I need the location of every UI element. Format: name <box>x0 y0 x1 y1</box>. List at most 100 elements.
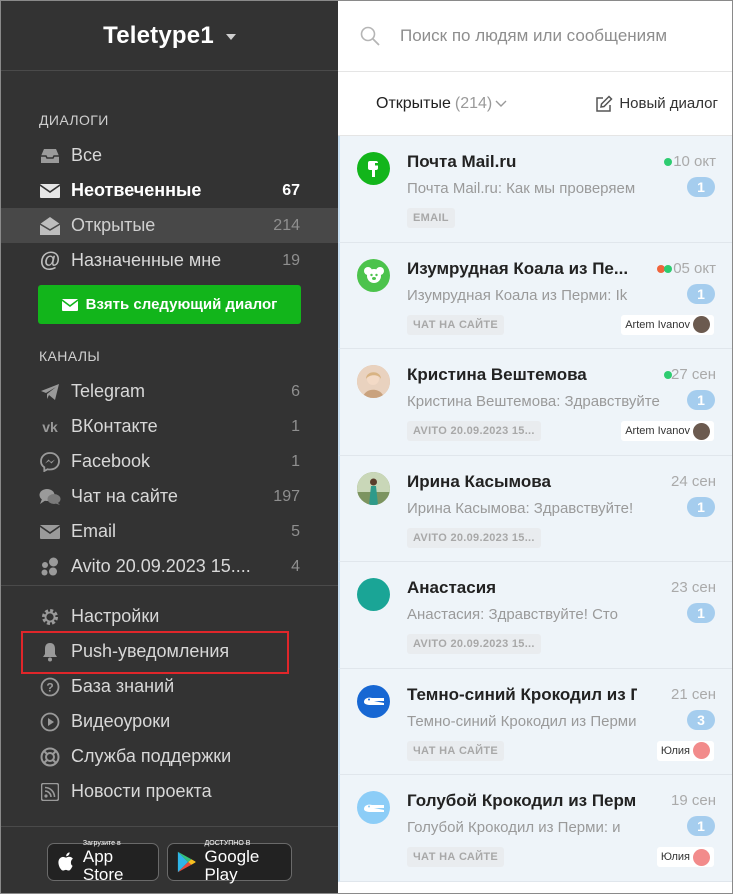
question-icon: ? <box>39 676 61 698</box>
open-envelope-icon <box>39 215 61 237</box>
lifebuoy-icon <box>39 746 61 768</box>
status-filter-dropdown[interactable]: Открытые (214) <box>376 95 507 113</box>
conversations-panel: Открытые (214) Новый диалог Почта Mail.r… <box>338 1 732 893</box>
status-filter-count: (214) <box>454 94 493 112</box>
sidebar-item-facebook[interactable]: Facebook 1 <box>1 444 338 479</box>
conversation-date: 21 сен <box>671 685 716 703</box>
sidebar-item-knowledge-base[interactable]: ? База знаний <box>1 669 338 704</box>
unread-badge: 1 <box>687 816 715 836</box>
conversation-date: 27 сен <box>671 366 716 383</box>
sidebar-item-label: Открытые <box>71 215 156 235</box>
sidebar-item-count: 19 <box>282 251 300 269</box>
chevron-down-icon <box>225 33 236 40</box>
avatar <box>357 684 390 718</box>
conversation-item[interactable]: Ирина Касымова 24 сен Ирина Касымова: Зд… <box>338 455 732 562</box>
conversation-item[interactable]: Изумрудная Коала из Пе... 05 окт Изумруд… <box>338 242 732 349</box>
unread-badge: 1 <box>687 177 715 197</box>
sidebar-item-unanswered[interactable]: Неотвеченные 67 <box>1 173 338 208</box>
search-input[interactable] <box>400 26 710 46</box>
sidebar-item-count: 5 <box>291 522 300 540</box>
conversation-preview: Кристина Вештемова: Здравствуйте <box>407 393 660 410</box>
unread-badge: 1 <box>687 283 715 304</box>
sidebar: Teletype1 ДИАЛОГИ Все Неотвеченные 67 От… <box>1 1 338 893</box>
sidebar-item-news[interactable]: Новости проекта <box>1 774 338 809</box>
chat-icon <box>39 486 61 508</box>
envelope-icon <box>39 180 61 202</box>
sidebar-item-label: Avito 20.09.2023 15.... <box>71 556 251 576</box>
sidebar-item-vk[interactable]: vk ВКонтакте 1 <box>1 409 338 444</box>
conversation-item[interactable]: Кристина Вештемова 27 сен Кристина Веште… <box>338 349 732 456</box>
mailbox-icon <box>367 160 380 177</box>
avatar <box>357 471 390 505</box>
sidebar-item-label: Чат на сайте <box>71 486 178 506</box>
channel-tag: AVITO 20.09.2023 15... <box>407 421 541 441</box>
channel-tag: ЧАТ НА САЙТЕ <box>407 847 505 867</box>
conversation-preview: Ирина Касымова: Здравствуйте! <box>407 499 634 517</box>
avatar <box>357 258 390 292</box>
crocodile-icon <box>363 697 384 705</box>
telegram-icon <box>39 381 61 403</box>
status-dots <box>664 158 672 166</box>
highlight-annotation <box>21 631 289 674</box>
conversation-preview: Почта Mail.ru: Как мы проверяем <box>407 180 636 197</box>
take-next-dialog-button[interactable]: Взять следующий диалог <box>38 285 301 324</box>
google-play-big: Google Play <box>204 847 260 884</box>
workspace-switcher[interactable]: Teletype1 <box>1 1 338 71</box>
new-dialog-button[interactable]: Новый диалог <box>595 94 718 113</box>
app-window: Teletype1 ДИАЛОГИ Все Неотвеченные 67 От… <box>0 0 733 894</box>
assignee-avatar <box>693 316 710 333</box>
user-photo <box>357 365 390 398</box>
conversation-preview: Темно-синий Крокодил из Перми <box>407 712 637 730</box>
conversation-name: Кристина Вештемова <box>407 365 587 384</box>
sidebar-item-count: 1 <box>291 452 300 470</box>
sidebar-item-label: Все <box>71 145 103 165</box>
sidebar-item-all[interactable]: Все <box>1 138 338 173</box>
conversation-item[interactable]: Голубой Крокодил из Перми 19 сен Голубой… <box>338 775 732 882</box>
channel-tag: AVITO 20.09.2023 15... <box>407 527 541 548</box>
assignee-avatar <box>693 422 710 440</box>
search-bar <box>338 1 732 72</box>
messenger-icon <box>39 451 61 473</box>
envelope-icon <box>39 521 61 543</box>
assignee-name: Artem Ivanov <box>625 318 690 331</box>
sidebar-item-label: База знаний <box>71 676 175 696</box>
conversation-item[interactable]: Темно-синий Крокодил из П... 21 сен Темн… <box>338 668 732 775</box>
conversation-date: 05 окт <box>673 259 716 277</box>
unread-badge: 3 <box>687 709 715 730</box>
sidebar-item-support[interactable]: Служба поддержки <box>1 739 338 774</box>
sidebar-item-email[interactable]: Email 5 <box>1 514 338 549</box>
sidebar-item-video[interactable]: Видеоуроки <box>1 704 338 739</box>
unread-badge: 1 <box>687 390 715 410</box>
sidebar-item-count: 6 <box>291 382 300 400</box>
conversation-item[interactable]: Анастасия 23 сен Анастасия: Здравствуйте… <box>338 562 732 669</box>
assignee-chip: Юлия <box>656 847 714 867</box>
avatar <box>357 791 390 824</box>
status-dots <box>657 264 672 273</box>
conversation-name: Изумрудная Коала из Пе... <box>407 258 629 278</box>
user-photo <box>357 471 390 505</box>
sidebar-item-site-chat[interactable]: Чат на сайте 197 <box>1 479 338 514</box>
take-next-dialog-label: Взять следующий диалог <box>85 296 278 313</box>
sidebar-item-label: Email <box>71 521 117 541</box>
dialogs-section-title: ДИАЛОГИ <box>39 112 109 128</box>
sidebar-item-settings[interactable]: Настройки <box>1 599 338 634</box>
conversation-date: 19 сен <box>671 792 716 809</box>
sidebar-item-telegram[interactable]: Telegram 6 <box>1 374 338 409</box>
app-store-button[interactable]: Загрузите в App Store <box>47 840 159 884</box>
sidebar-item-avito[interactable]: Avito 20.09.2023 15.... 4 <box>1 549 338 584</box>
assignee-chip: Artem Ivanov <box>621 314 714 335</box>
sidebar-item-assigned[interactable]: @ Назначенные мне 19 <box>1 243 338 278</box>
assignee-name: Юлия <box>660 851 690 863</box>
rss-icon <box>39 781 61 803</box>
google-play-button[interactable]: ДОСТУПНО В Google Play <box>167 840 292 884</box>
conversation-name: Темно-синий Крокодил из П... <box>407 684 637 704</box>
compose-icon <box>596 94 613 112</box>
channel-tag: ЧАТ НА САЙТЕ <box>407 314 505 335</box>
search-icon <box>360 26 380 46</box>
crocodile-icon <box>363 804 384 812</box>
conversation-item[interactable]: Почта Mail.ru 10 окт Почта Mail.ru: Как … <box>338 136 732 243</box>
sidebar-item-open[interactable]: Открытые 214 <box>1 208 338 243</box>
sidebar-item-label: Неотвеченные <box>71 180 202 200</box>
sidebar-item-label: Новости проекта <box>71 781 212 801</box>
svg-text:?: ? <box>46 680 53 694</box>
